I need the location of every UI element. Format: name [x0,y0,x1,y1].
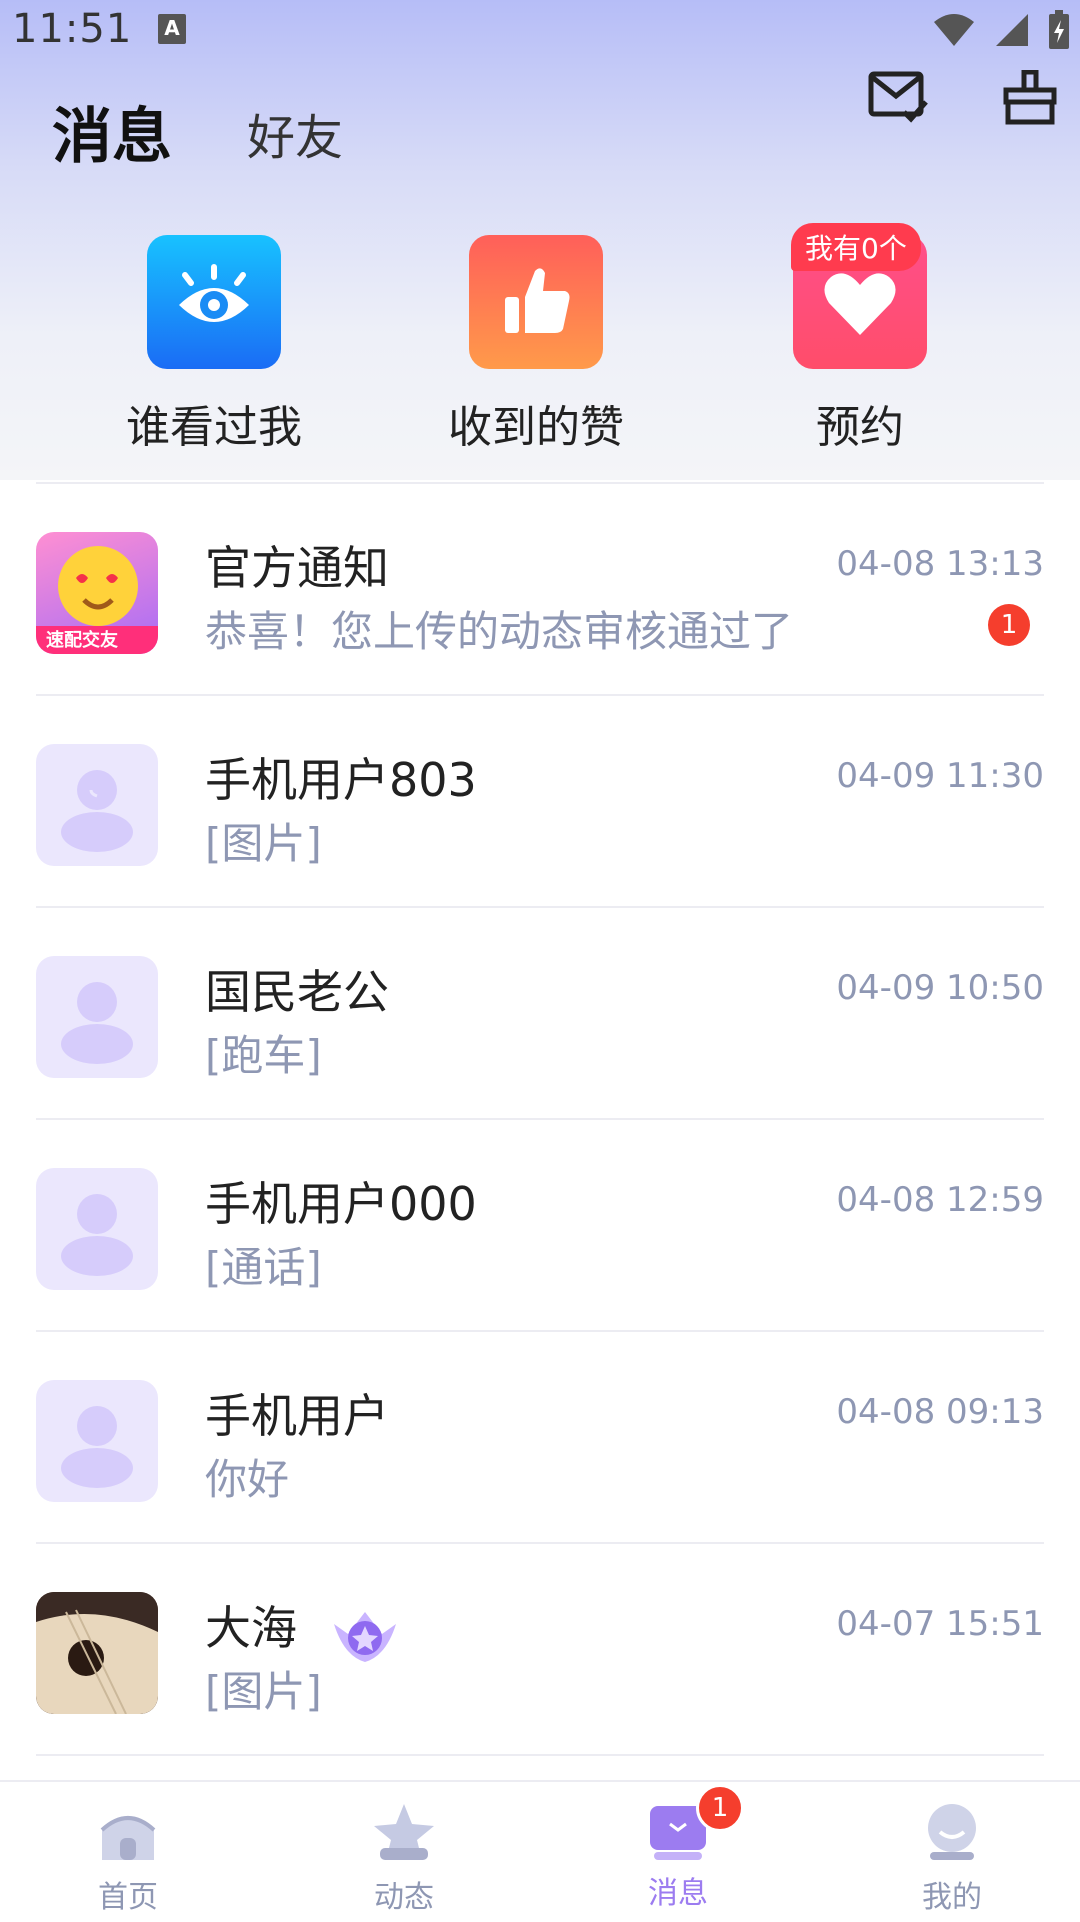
message-row[interactable]: 国民老公 [跑车] 04-09 10:50 [0,908,1080,1120]
message-row[interactable]: 手机用户803 [图片] 04-09 11:30 [0,696,1080,908]
nav-label: 动态 [374,1880,434,1915]
quick-action-likes[interactable]: 收到的赞 [406,235,666,455]
message-time: 04-08 09:13 [836,1392,1044,1432]
message-row[interactable]: 手机用户000 [通话] 04-08 12:59 [0,1120,1080,1332]
quick-action-label: 预约 [816,402,904,453]
message-preview: [图片] [205,1667,322,1716]
status-notification-icon: A [158,14,186,44]
mail-check-icon[interactable] [868,70,928,126]
default-avatar [36,1168,158,1290]
official-avatar: 速配交友 [36,532,158,654]
battery-icon [1049,10,1069,49]
heart-tile: 我有0个 [791,223,927,369]
vip-badge-icon [334,1612,396,1662]
message-time: 04-08 12:59 [836,1180,1044,1220]
bottom-navigation: 首页 动态 1 消息 我的 [0,1780,1080,1922]
default-avatar [36,956,158,1078]
message-icon-wrap: 1 [646,1784,744,1862]
contact-name: 手机用户803 [205,753,477,807]
status-icons [932,10,1070,50]
nav-label: 我的 [922,1880,982,1915]
tab-friends[interactable]: 好友 [247,98,343,168]
message-preview: [图片] [205,819,322,868]
contact-name: 手机用户000 [205,1177,477,1231]
user-silhouette-icon [61,982,133,1064]
message-preview: 你好 [205,1455,290,1504]
profile-icon [928,1804,976,1860]
contact-name: 大海 [205,1601,297,1655]
nav-profile[interactable]: 我的 [852,1782,1052,1922]
quick-action-label: 谁看过我 [126,402,302,453]
quick-action-label: 收到的赞 [448,402,624,453]
thumbs-up-icon [505,268,570,333]
tab-messages[interactable]: 消息 [52,88,172,175]
message-time: 04-08 13:13 [836,544,1044,584]
broom-icon[interactable] [1000,70,1060,126]
wifi-icon [934,14,974,46]
eye-icon [179,264,249,322]
reserve-count-badge: 我有0个 [791,223,921,271]
quick-action-reserve[interactable]: 我有0个 预约 [730,223,990,455]
home-icon [100,1816,156,1860]
message-preview: 恭喜！您上传的动态审核通过了 [205,607,794,656]
photo-avatar [36,1592,158,1714]
message-row[interactable]: 速配交友 官方通知 恭喜！您上传的动态审核通过了 04-08 13:13 1 [0,484,1080,696]
nav-messages[interactable]: 1 消息 [578,1782,778,1922]
default-avatar [36,1380,158,1502]
nav-unread-badge: 1 [696,1784,744,1832]
status-bar: 11:51 A [0,0,1080,60]
user-silhouette-icon [61,1406,133,1488]
default-avatar [36,744,158,866]
quick-action-visitors[interactable]: 谁看过我 [84,235,344,455]
nav-label: 消息 [648,1876,708,1911]
message-preview: [跑车] [205,1031,322,1080]
message-row[interactable]: 大海 [图片] 04-07 15:51 [0,1544,1080,1756]
user-silhouette-icon [61,1194,133,1276]
unread-badge: 1 [988,604,1030,646]
guitar-photo-icon [36,1592,158,1714]
signal-icon [996,14,1028,46]
status-time: 11:51 [12,6,133,52]
contact-name: 手机用户 [205,1389,389,1443]
nav-moments[interactable]: 动态 [304,1782,504,1922]
contact-name: 官方通知 [205,541,389,595]
app-logo-caption: 速配交友 [46,630,118,651]
message-time: 04-09 10:50 [836,968,1044,1008]
message-row[interactable]: 手机用户 你好 04-08 09:13 [0,1332,1080,1544]
nav-label: 首页 [98,1880,158,1915]
message-time: 04-07 15:51 [836,1604,1044,1644]
contact-name: 国民老公 [205,965,389,1019]
divider [36,1754,1044,1756]
message-preview: [通话] [205,1243,322,1292]
eye-tile [147,235,281,369]
nav-home[interactable]: 首页 [28,1782,228,1922]
message-time: 04-09 11:30 [836,756,1044,796]
user-silhouette-icon [61,770,133,852]
thumbs-tile [469,235,603,369]
star-icon [374,1804,434,1860]
